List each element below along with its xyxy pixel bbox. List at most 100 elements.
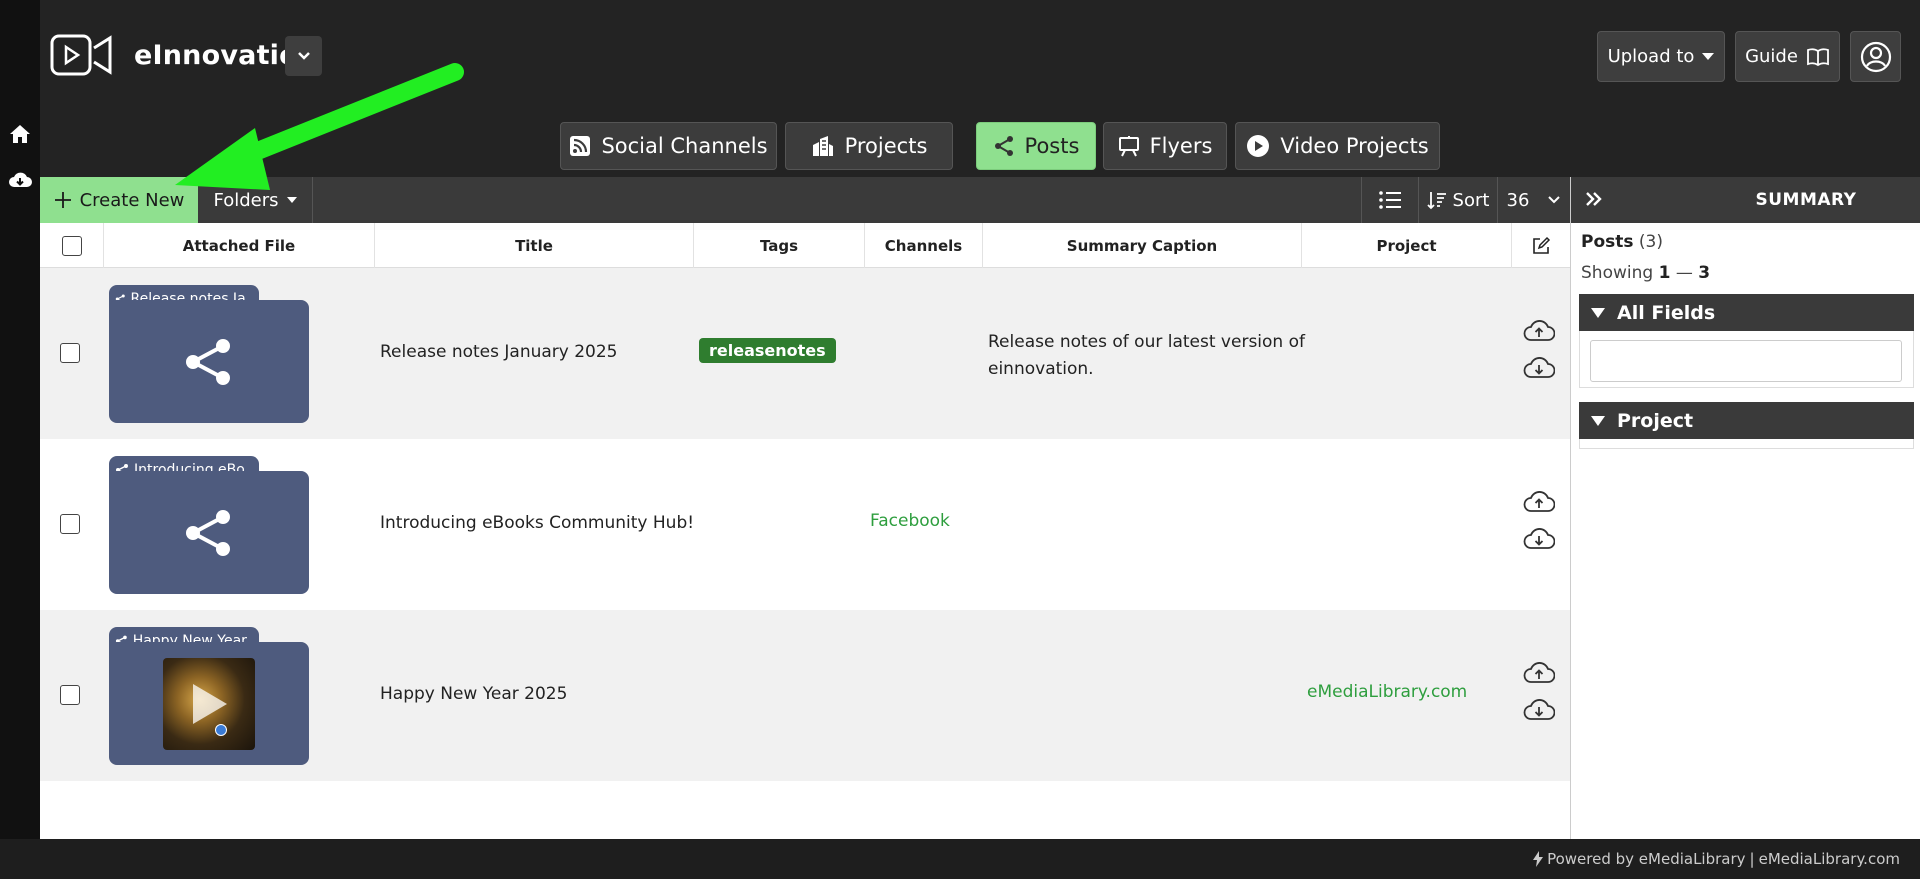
column-header-summary-caption[interactable]: Summary Caption bbox=[983, 223, 1302, 268]
watermark-logo bbox=[215, 723, 227, 736]
cloud-download-icon[interactable] bbox=[8, 168, 32, 192]
book-icon bbox=[1807, 47, 1829, 66]
caret-down-icon bbox=[286, 197, 297, 203]
attached-file-thumbnail[interactable]: Happy New Year... bbox=[109, 627, 309, 765]
footer-separator: | bbox=[1749, 850, 1755, 868]
all-fields-section-header[interactable]: All Fields bbox=[1579, 294, 1914, 331]
project-link[interactable]: eMediaLibrary.com bbox=[1307, 682, 1467, 702]
summary-panel: SUMMARY Posts (3) Showing 1 — 3 All Fiel… bbox=[1570, 177, 1920, 839]
column-header-attached-file[interactable]: Attached File bbox=[104, 223, 375, 268]
posts-count: (3) bbox=[1638, 232, 1664, 252]
user-avatar-icon bbox=[1860, 41, 1891, 72]
video-thumbnail bbox=[163, 657, 255, 750]
caption-line: Release notes of our latest version of bbox=[988, 332, 1305, 352]
attached-file-thumbnail[interactable]: Introducing eBo... bbox=[109, 456, 309, 594]
brand-menu-button[interactable] bbox=[285, 36, 322, 76]
table-row[interactable]: Release notes Ja... Release notes Januar… bbox=[40, 268, 1570, 439]
cloud-download-icon[interactable] bbox=[1523, 526, 1555, 552]
select-all-checkbox[interactable] bbox=[61, 235, 82, 256]
list-view-button[interactable] bbox=[1361, 177, 1418, 223]
tab-video-projects[interactable]: Video Projects bbox=[1235, 122, 1440, 170]
upload-to-button[interactable]: Upload to bbox=[1597, 31, 1725, 82]
share-icon bbox=[186, 509, 230, 556]
list-icon bbox=[1379, 191, 1401, 209]
showing-label: Showing bbox=[1581, 263, 1654, 283]
cloud-download-icon[interactable] bbox=[1523, 697, 1555, 723]
row-summary-caption: Release notes of our latest version of e… bbox=[988, 329, 1305, 383]
all-fields-input[interactable] bbox=[1590, 340, 1902, 382]
project-section-header[interactable]: Project bbox=[1579, 402, 1914, 439]
cloud-download-icon[interactable] bbox=[1523, 355, 1555, 381]
summary-header: SUMMARY bbox=[1571, 177, 1920, 223]
chevron-down-icon bbox=[1548, 196, 1561, 204]
row-title[interactable]: Release notes January 2025 bbox=[380, 342, 618, 362]
posts-label: Posts bbox=[1581, 232, 1634, 252]
column-header-channels[interactable]: Channels bbox=[865, 223, 983, 268]
main-tabs: Social Channels Projects Posts Flyers Vi… bbox=[40, 122, 1920, 172]
page-size-select[interactable]: 36 bbox=[1497, 177, 1570, 223]
caret-down-icon bbox=[1591, 415, 1605, 426]
guide-label: Guide bbox=[1745, 46, 1798, 67]
plus-icon bbox=[54, 192, 71, 208]
tab-flyers[interactable]: Flyers bbox=[1103, 122, 1227, 170]
user-account-button[interactable] bbox=[1850, 31, 1901, 82]
row-title[interactable]: Happy New Year 2025 bbox=[380, 684, 567, 704]
row-title[interactable]: Introducing eBooks Community Hub! bbox=[380, 513, 694, 533]
app-footer: Powered by eMediaLibrary | eMediaLibrary… bbox=[0, 839, 1920, 879]
sort-label: Sort bbox=[1452, 189, 1490, 211]
tab-label: Posts bbox=[1024, 134, 1080, 158]
buildings-icon bbox=[812, 136, 833, 156]
column-header-title[interactable]: Title bbox=[375, 223, 694, 268]
table-row[interactable]: Happy New Year... Happy New Year 2025 eM… bbox=[40, 610, 1570, 781]
column-header-tags[interactable]: Tags bbox=[694, 223, 865, 268]
video-camera-logo-icon bbox=[50, 34, 112, 76]
folder-body bbox=[109, 300, 309, 423]
brand-logo[interactable]: eInnovation bbox=[50, 34, 317, 76]
folder-body bbox=[109, 471, 309, 594]
share-icon bbox=[994, 136, 1013, 156]
tag-badge[interactable]: releasenotes bbox=[699, 338, 836, 363]
folders-dropdown[interactable]: Folders bbox=[198, 177, 313, 223]
select-all-cell bbox=[40, 223, 104, 268]
chevron-down-icon bbox=[297, 52, 310, 60]
showing-to: 3 bbox=[1698, 263, 1711, 283]
tab-label: Social Channels bbox=[601, 134, 768, 158]
tab-posts[interactable]: Posts bbox=[976, 122, 1096, 170]
edit-icon bbox=[1533, 236, 1551, 254]
cloud-upload-icon[interactable] bbox=[1523, 318, 1555, 344]
app-header: eInnovation Upload to Guide Social Chann… bbox=[40, 0, 1920, 177]
showing-from: 1 bbox=[1658, 263, 1671, 283]
posts-table: Attached File Title Tags Channels Summar… bbox=[40, 223, 1570, 839]
footer-site-link[interactable]: eMediaLibrary.com bbox=[1759, 850, 1900, 868]
guide-button[interactable]: Guide bbox=[1735, 31, 1840, 82]
folders-label: Folders bbox=[213, 189, 279, 211]
section-label: All Fields bbox=[1617, 301, 1716, 324]
row-checkbox[interactable] bbox=[60, 343, 80, 363]
column-header-project[interactable]: Project bbox=[1302, 223, 1512, 268]
caption-line: einnovation. bbox=[988, 359, 1094, 379]
left-rail bbox=[0, 0, 40, 839]
row-checkbox[interactable] bbox=[60, 514, 80, 534]
table-row[interactable]: Introducing eBo... Introducing eBooks Co… bbox=[40, 439, 1570, 610]
sort-button[interactable]: Sort bbox=[1418, 177, 1497, 223]
row-checkbox[interactable] bbox=[60, 685, 80, 705]
folder-body bbox=[109, 642, 309, 765]
rss-icon bbox=[570, 136, 591, 156]
page-size-value: 36 bbox=[1506, 189, 1530, 211]
caret-down-icon bbox=[1702, 52, 1715, 60]
showing-line: Showing 1 — 3 bbox=[1581, 263, 1710, 283]
home-icon[interactable] bbox=[8, 122, 32, 146]
tab-social-channels[interactable]: Social Channels bbox=[560, 122, 777, 170]
create-new-button[interactable]: Create New bbox=[40, 177, 198, 223]
cloud-upload-icon[interactable] bbox=[1523, 489, 1555, 515]
list-toolbar: Create New Folders Sort 36 bbox=[40, 177, 1570, 223]
channel-link[interactable]: Facebook bbox=[870, 511, 950, 531]
attached-file-thumbnail[interactable]: Release notes Ja... bbox=[109, 285, 309, 423]
cloud-upload-icon[interactable] bbox=[1523, 660, 1555, 686]
project-section-body bbox=[1579, 439, 1914, 449]
powered-by-text[interactable]: Powered by eMediaLibrary bbox=[1547, 850, 1745, 868]
sort-icon bbox=[1426, 192, 1446, 210]
edit-columns-button[interactable] bbox=[1512, 223, 1570, 268]
tab-projects[interactable]: Projects bbox=[785, 122, 953, 170]
table-header: Attached File Title Tags Channels Summar… bbox=[40, 223, 1570, 268]
